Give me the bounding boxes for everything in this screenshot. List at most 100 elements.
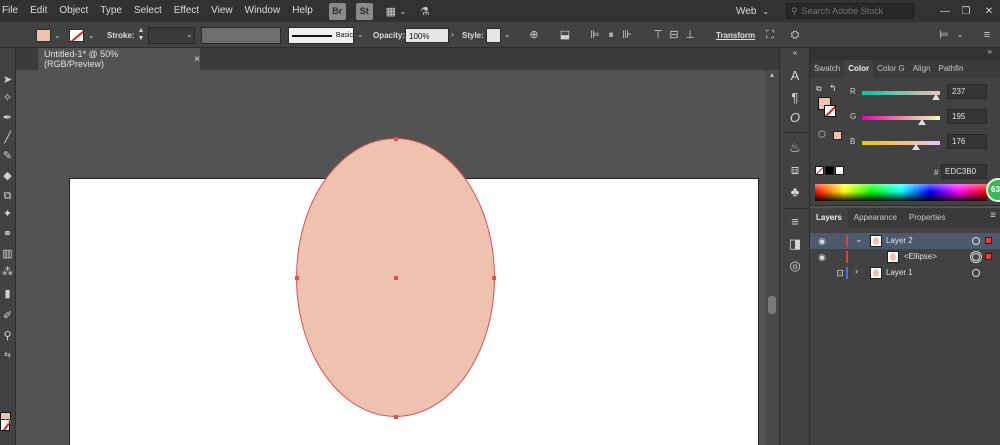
lock-icon[interactable]: ⊡: [834, 268, 846, 279]
anchor-point[interactable]: [492, 276, 496, 280]
green-track[interactable]: [862, 116, 940, 120]
black-swatch[interactable]: [825, 166, 834, 175]
chevron-down-icon[interactable]: ⌄: [399, 4, 407, 18]
restore-icon[interactable]: ❐: [958, 3, 974, 19]
document-setup-icon[interactable]: ⬓: [558, 28, 572, 42]
red-slider[interactable]: R 237: [850, 84, 1000, 100]
paintbrush-icon[interactable]: ✎: [1, 150, 14, 163]
target-circle-icon[interactable]: [972, 269, 980, 277]
graph-tool-icon[interactable]: ▮: [1, 288, 14, 301]
selection-tool-icon[interactable]: ➤: [1, 74, 14, 87]
fill-swatch[interactable]: [36, 29, 51, 42]
blue-knob[interactable]: [912, 144, 920, 150]
symbol-sprayer-icon[interactable]: ⁂: [1, 266, 14, 279]
menu-object[interactable]: Object: [53, 0, 94, 22]
swap-colors-icon[interactable]: ↰: [829, 83, 837, 94]
tab-properties[interactable]: Properties: [903, 208, 951, 228]
layer-name[interactable]: Layer 1: [886, 268, 913, 277]
pen-tool-icon[interactable]: ✒: [1, 112, 14, 125]
selection-indicator[interactable]: [985, 253, 992, 260]
align-center-icon[interactable]: ⏸: [604, 28, 618, 42]
transparency-icon[interactable]: ◎: [787, 258, 803, 274]
opacity-field[interactable]: 100%: [405, 28, 449, 43]
tab-pathfinder[interactable]: Pathfin: [934, 60, 967, 78]
blue-track[interactable]: [862, 141, 940, 145]
red-value[interactable]: 237: [947, 84, 987, 99]
perspective-grid-icon[interactable]: ▥: [1, 248, 14, 261]
center-point[interactable]: [394, 276, 398, 280]
stroke-swatch[interactable]: [69, 29, 84, 42]
chevron-right-icon[interactable]: ›: [855, 266, 858, 276]
arrange-documents-icon[interactable]: ▦: [383, 4, 399, 18]
white-swatch[interactable]: [835, 166, 844, 175]
red-knob[interactable]: [932, 94, 940, 100]
out-of-gamut-icon[interactable]: ⬡: [818, 129, 826, 140]
control-menu-icon[interactable]: ≡: [980, 28, 994, 42]
collapse-icon[interactable]: »: [988, 47, 992, 56]
align-middle-icon[interactable]: ⊟: [667, 28, 681, 42]
gradient-icon[interactable]: ◨: [787, 236, 803, 252]
brush-definition[interactable]: Basic: [288, 27, 354, 44]
puppet-warp-icon[interactable]: ⛭: [788, 28, 802, 42]
isolate-object-icon[interactable]: ⛶: [763, 28, 777, 42]
canvas[interactable]: [16, 70, 779, 445]
target-circle-icon[interactable]: [972, 237, 980, 245]
tab-layers[interactable]: Layers: [810, 208, 848, 228]
panel-menu-icon[interactable]: ≡: [990, 210, 996, 221]
workspace-switcher[interactable]: Web ⌄: [736, 4, 769, 18]
web-safe-swatch[interactable]: [833, 131, 842, 140]
menu-type[interactable]: Type: [94, 0, 128, 22]
tab-swatches[interactable]: Swatch: [810, 60, 844, 78]
green-knob[interactable]: [918, 119, 926, 125]
tab-appearance[interactable]: Appearance: [848, 208, 903, 228]
none-swatch[interactable]: [815, 166, 824, 175]
visibility-eye-icon[interactable]: ◉: [816, 236, 828, 247]
chevron-down-icon[interactable]: ⌄: [855, 234, 863, 245]
bridge-button[interactable]: Br: [328, 2, 346, 20]
color-spectrum[interactable]: [815, 184, 987, 201]
puppet-warp-icon[interactable]: ✦: [1, 208, 14, 221]
drawing-mode-icon[interactable]: ⊙: [1, 415, 14, 428]
close-window-icon[interactable]: ✕: [981, 3, 997, 19]
green-value[interactable]: 195: [947, 109, 987, 124]
close-icon[interactable]: ×: [194, 54, 200, 65]
chevron-down-icon[interactable]: ⌄: [504, 30, 511, 39]
scroll-thumb[interactable]: [768, 296, 776, 314]
anchor-point[interactable]: [394, 415, 398, 419]
default-colors-icon[interactable]: ⧉: [816, 84, 822, 94]
tab-color-guide[interactable]: Color G: [873, 60, 909, 78]
menu-window[interactable]: Window: [239, 0, 287, 22]
menu-file[interactable]: File: [0, 0, 24, 22]
scale-tool-icon[interactable]: ⧉: [1, 190, 14, 203]
align-left-icon[interactable]: ⊫: [588, 28, 602, 42]
tab-align[interactable]: Align: [909, 60, 935, 78]
green-slider[interactable]: G 195: [850, 109, 1000, 125]
opacity-label[interactable]: Opacity:: [373, 31, 405, 40]
target-circle-icon[interactable]: [972, 253, 980, 261]
hex-field[interactable]: EDC3B0: [941, 164, 987, 179]
blue-slider[interactable]: B 176: [850, 134, 1000, 150]
align-top-icon[interactable]: ⊤: [651, 28, 665, 42]
character-icon[interactable]: A: [787, 68, 803, 84]
layer-row[interactable]: ◉ ⌄ Layer 2: [810, 233, 1000, 249]
align-right-icon[interactable]: ⊪: [620, 28, 634, 42]
transform-button[interactable]: Transform: [716, 31, 755, 40]
blue-value[interactable]: 176: [947, 134, 987, 149]
visibility-eye-icon[interactable]: ◉: [816, 252, 828, 263]
chevron-right-icon[interactable]: ›: [451, 30, 454, 39]
vertical-scrollbar[interactable]: ▲: [765, 70, 779, 445]
stroke-color-box[interactable]: [824, 105, 836, 117]
document-tab[interactable]: Untitled-1* @ 50% (RGB/Preview) ×: [38, 48, 200, 70]
image-trace-icon[interactable]: ⧈: [787, 162, 803, 178]
menu-help[interactable]: Help: [286, 0, 319, 22]
panel-collapse-bar[interactable]: »: [810, 47, 1000, 60]
chevron-down-icon[interactable]: ⌄: [186, 30, 193, 39]
magic-wand-icon[interactable]: ✧: [1, 92, 14, 105]
shape-builder-icon[interactable]: ⚭: [1, 228, 14, 241]
line-tool-icon[interactable]: ╱: [1, 132, 14, 145]
panel-toggle-icon[interactable]: ⊨: [937, 28, 951, 42]
menu-edit[interactable]: Edit: [24, 0, 53, 22]
recolor-artwork-icon[interactable]: ⊕: [527, 28, 541, 42]
stroke-label[interactable]: Stroke:: [107, 31, 135, 40]
chevron-down-icon[interactable]: ⌄: [88, 31, 95, 40]
